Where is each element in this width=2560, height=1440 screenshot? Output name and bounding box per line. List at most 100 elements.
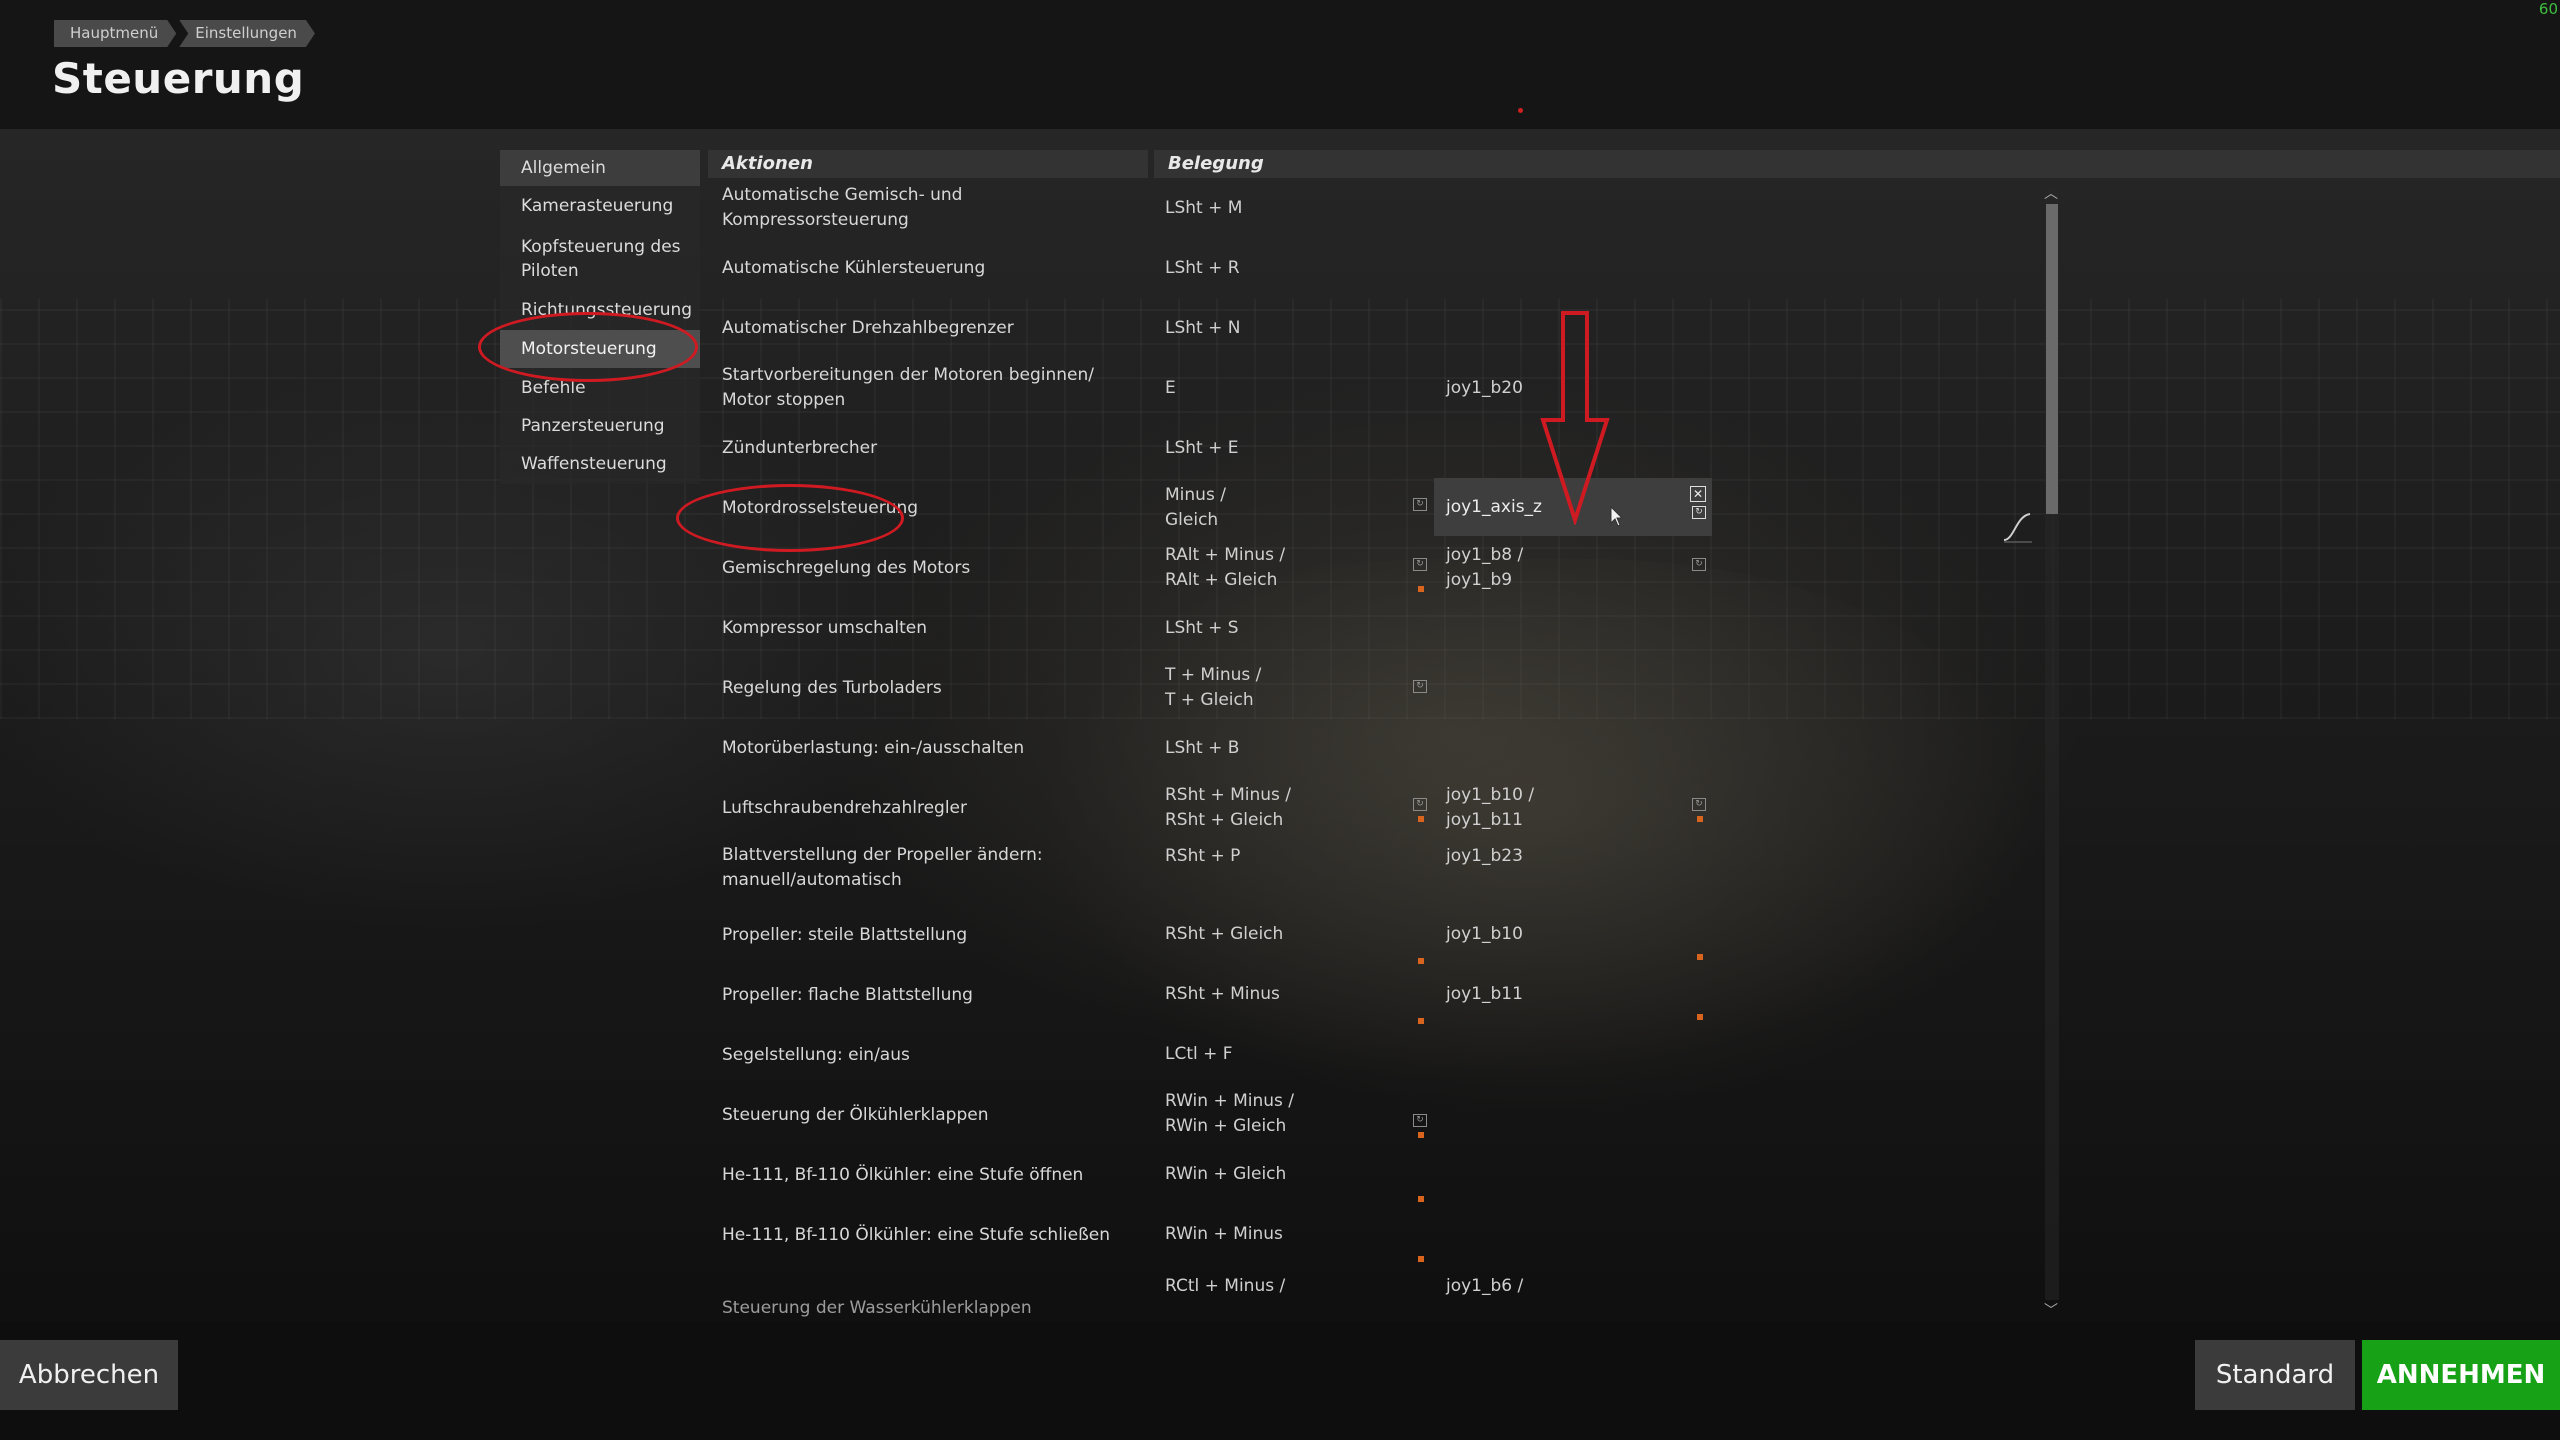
action-label: Propeller: flache Blattstellung [722, 984, 973, 1005]
secondary-binding[interactable] [1446, 658, 1606, 718]
table-row[interactable]: He-111, Bf-110 Ölkühler: eine Stufe schl… [708, 1198, 2048, 1262]
secondary-binding[interactable] [1446, 598, 1606, 658]
default-button[interactable]: Standard [2195, 1340, 2355, 1410]
action-label: Blattverstellung der Propeller ändern: m… [722, 845, 1043, 890]
primary-binding[interactable]: LSht + M [1165, 178, 1315, 238]
action-label: Automatische Kühlersteuerung [722, 257, 986, 278]
primary-binding[interactable]: LSht + R [1165, 238, 1315, 298]
table-row[interactable]: Motorüberlastung: ein-/ausschalten LSht … [708, 718, 2048, 778]
reset-binding-icon[interactable]: ↻ [1413, 498, 1427, 511]
primary-binding[interactable]: LSht + B [1165, 718, 1315, 778]
table-row[interactable]: Zündunterbrecher LSht + E [708, 418, 2048, 478]
column-header-actions: Aktionen [708, 150, 1148, 178]
secondary-binding[interactable] [1446, 1078, 1606, 1138]
reset-binding-icon[interactable]: ↻ [1692, 558, 1706, 571]
primary-binding[interactable]: RSht + Minus / RSht + Gleich [1165, 778, 1315, 838]
primary-binding[interactable]: LCtl + F [1165, 1018, 1315, 1078]
table-row[interactable]: Propeller: flache Blattstellung RSht + M… [708, 958, 2048, 1024]
axis-curve-icon[interactable] [2002, 510, 2034, 544]
secondary-binding[interactable]: joy1_b8 / joy1_b9 [1446, 538, 1606, 598]
primary-binding[interactable]: LSht + N [1165, 298, 1315, 358]
table-row[interactable]: Steuerung der Ölkühlerklappen RWin + Min… [708, 1078, 2048, 1138]
primary-binding[interactable]: Minus / Gleich [1165, 478, 1315, 538]
action-label: Propeller: steile Blattstellung [722, 924, 968, 945]
scroll-up-icon[interactable]: ︿ [2044, 183, 2058, 203]
accept-button[interactable]: ANNEHMEN [2362, 1340, 2560, 1410]
conflict-marker [1697, 816, 1703, 822]
cancel-button[interactable]: Abbrechen [0, 1340, 178, 1410]
primary-binding[interactable]: RWin + Minus / RWin + Gleich [1165, 1078, 1315, 1138]
reset-binding-icon[interactable]: ↻ [1413, 1114, 1427, 1127]
primary-binding[interactable]: RSht + Minus [1165, 958, 1315, 1018]
table-row[interactable]: Regelung des Turboladers T + Minus / T +… [708, 658, 2048, 718]
sidebar-item-allgemein[interactable]: Allgemein [500, 150, 700, 186]
secondary-binding[interactable] [1446, 1018, 1606, 1078]
primary-binding[interactable]: RAlt + Minus / RAlt + Gleich [1165, 538, 1315, 598]
primary-binding[interactable]: LSht + E [1165, 418, 1315, 478]
sidebar-item-kopfsteuerung[interactable]: Kopfsteuerung des Piloten [500, 228, 700, 290]
table-row[interactable]: Automatische Kühlersteuerung LSht + R [708, 238, 2048, 298]
scroll-down-icon[interactable]: ﹀ [2044, 1300, 2058, 1320]
action-label: He-111, Bf-110 Ölkühler: eine Stufe öffn… [722, 1164, 1084, 1185]
reset-binding-icon[interactable]: ↻ [1692, 798, 1706, 811]
primary-binding[interactable]: RWin + Minus [1165, 1198, 1315, 1258]
sidebar-item-label: Kamerasteuerung [521, 196, 674, 216]
secondary-binding[interactable]: joy1_b6 / [1446, 1258, 1606, 1318]
sidebar-item-panzersteuerung[interactable]: Panzersteuerung [500, 408, 700, 444]
secondary-binding[interactable] [1446, 178, 1606, 238]
table-row[interactable]: Automatischer Drehzahlbegrenzer LSht + N [708, 298, 2048, 358]
sidebar-item-label: Panzersteuerung [521, 416, 665, 436]
table-row[interactable]: Luftschraubendrehzahlregler RSht + Minus… [708, 778, 2048, 838]
table-row[interactable]: Segelstellung: ein/aus LCtl + F [708, 1018, 2048, 1078]
clear-binding-icon[interactable]: ✕ [1690, 486, 1706, 502]
secondary-binding[interactable] [1446, 1138, 1606, 1198]
table-row[interactable]: Blattverstellung der Propeller ändern: m… [708, 838, 2048, 898]
table-row[interactable]: Propeller: steile Blattstellung RSht + G… [708, 898, 2048, 964]
action-label: Segelstellung: ein/aus [722, 1044, 910, 1065]
action-label: He-111, Bf-110 Ölkühler: eine Stufe schl… [722, 1224, 1111, 1245]
fps-counter: 60 [2538, 0, 2558, 18]
conflict-marker [1418, 816, 1424, 822]
sidebar-item-label: Allgemein [521, 158, 606, 178]
secondary-binding[interactable]: joy1_b23 [1446, 838, 1606, 898]
annotation-ring-motordrossel [676, 484, 904, 552]
cursor-dot [1518, 108, 1523, 113]
action-label: Automatischer Drehzahlbegrenzer [722, 317, 1014, 338]
breadcrumb-settings[interactable]: Einstellungen [179, 20, 315, 47]
primary-binding[interactable]: RSht + Gleich [1165, 898, 1315, 958]
table-row[interactable]: Automatische Gemisch- und Kompressorsteu… [708, 178, 2048, 238]
primary-binding[interactable]: LSht + S [1165, 598, 1315, 658]
page-title: Steuerung [52, 54, 305, 103]
reset-binding-icon[interactable]: ↻ [1413, 680, 1427, 693]
annotation-arrow-icon [1540, 311, 1610, 525]
primary-binding[interactable]: E [1165, 358, 1315, 418]
sidebar-item-waffensteuerung[interactable]: Waffensteuerung [500, 446, 700, 482]
reset-binding-icon[interactable]: ↻ [1413, 798, 1427, 811]
secondary-binding[interactable]: joy1_b11 [1446, 958, 1606, 1018]
secondary-binding[interactable] [1446, 718, 1606, 778]
scrollbar-thumb[interactable] [2046, 204, 2058, 514]
primary-binding[interactable]: RSht + P [1165, 838, 1315, 898]
table-row[interactable]: Steuerung der Wasserkühlerklappen RCtl +… [708, 1258, 2048, 1318]
axis-binding-value: joy1_axis_z [1446, 497, 1542, 517]
secondary-binding[interactable] [1446, 1198, 1606, 1258]
reset-binding-icon[interactable]: ↻ [1413, 558, 1427, 571]
reset-axis-icon[interactable]: ↻ [1692, 506, 1706, 519]
secondary-binding[interactable] [1446, 238, 1606, 298]
secondary-binding[interactable]: joy1_b10 [1446, 898, 1606, 958]
table-row[interactable]: Gemischregelung des Motors RAlt + Minus … [708, 538, 2048, 598]
action-label: Automatische Gemisch- und Kompressorsteu… [722, 185, 963, 230]
secondary-binding[interactable]: joy1_b10 / joy1_b11 [1446, 778, 1606, 838]
breadcrumb-main-menu[interactable]: Hauptmenü [54, 20, 176, 47]
sidebar-item-kamerasteuerung[interactable]: Kamerasteuerung [500, 188, 700, 224]
primary-binding[interactable]: T + Minus / T + Gleich [1165, 658, 1315, 718]
controls-list: Automatische Gemisch- und Kompressorsteu… [708, 178, 2048, 1318]
table-row[interactable]: Startvorbereitungen der Motoren beginnen… [708, 358, 2048, 592]
action-label: Startvorbereitungen der Motoren beginnen… [722, 365, 1094, 410]
table-row[interactable]: Motordrosselsteuerung Minus / Gleich ↻ j… [708, 478, 2048, 538]
table-row[interactable]: He-111, Bf-110 Ölkühler: eine Stufe öffn… [708, 1138, 2048, 1202]
primary-binding[interactable]: RWin + Gleich [1165, 1138, 1315, 1198]
table-row[interactable]: Kompressor umschalten LSht + S [708, 598, 2048, 658]
primary-binding[interactable]: RCtl + Minus / [1165, 1258, 1315, 1318]
sidebar-item-label: Kopfsteuerung des Piloten [521, 237, 681, 281]
